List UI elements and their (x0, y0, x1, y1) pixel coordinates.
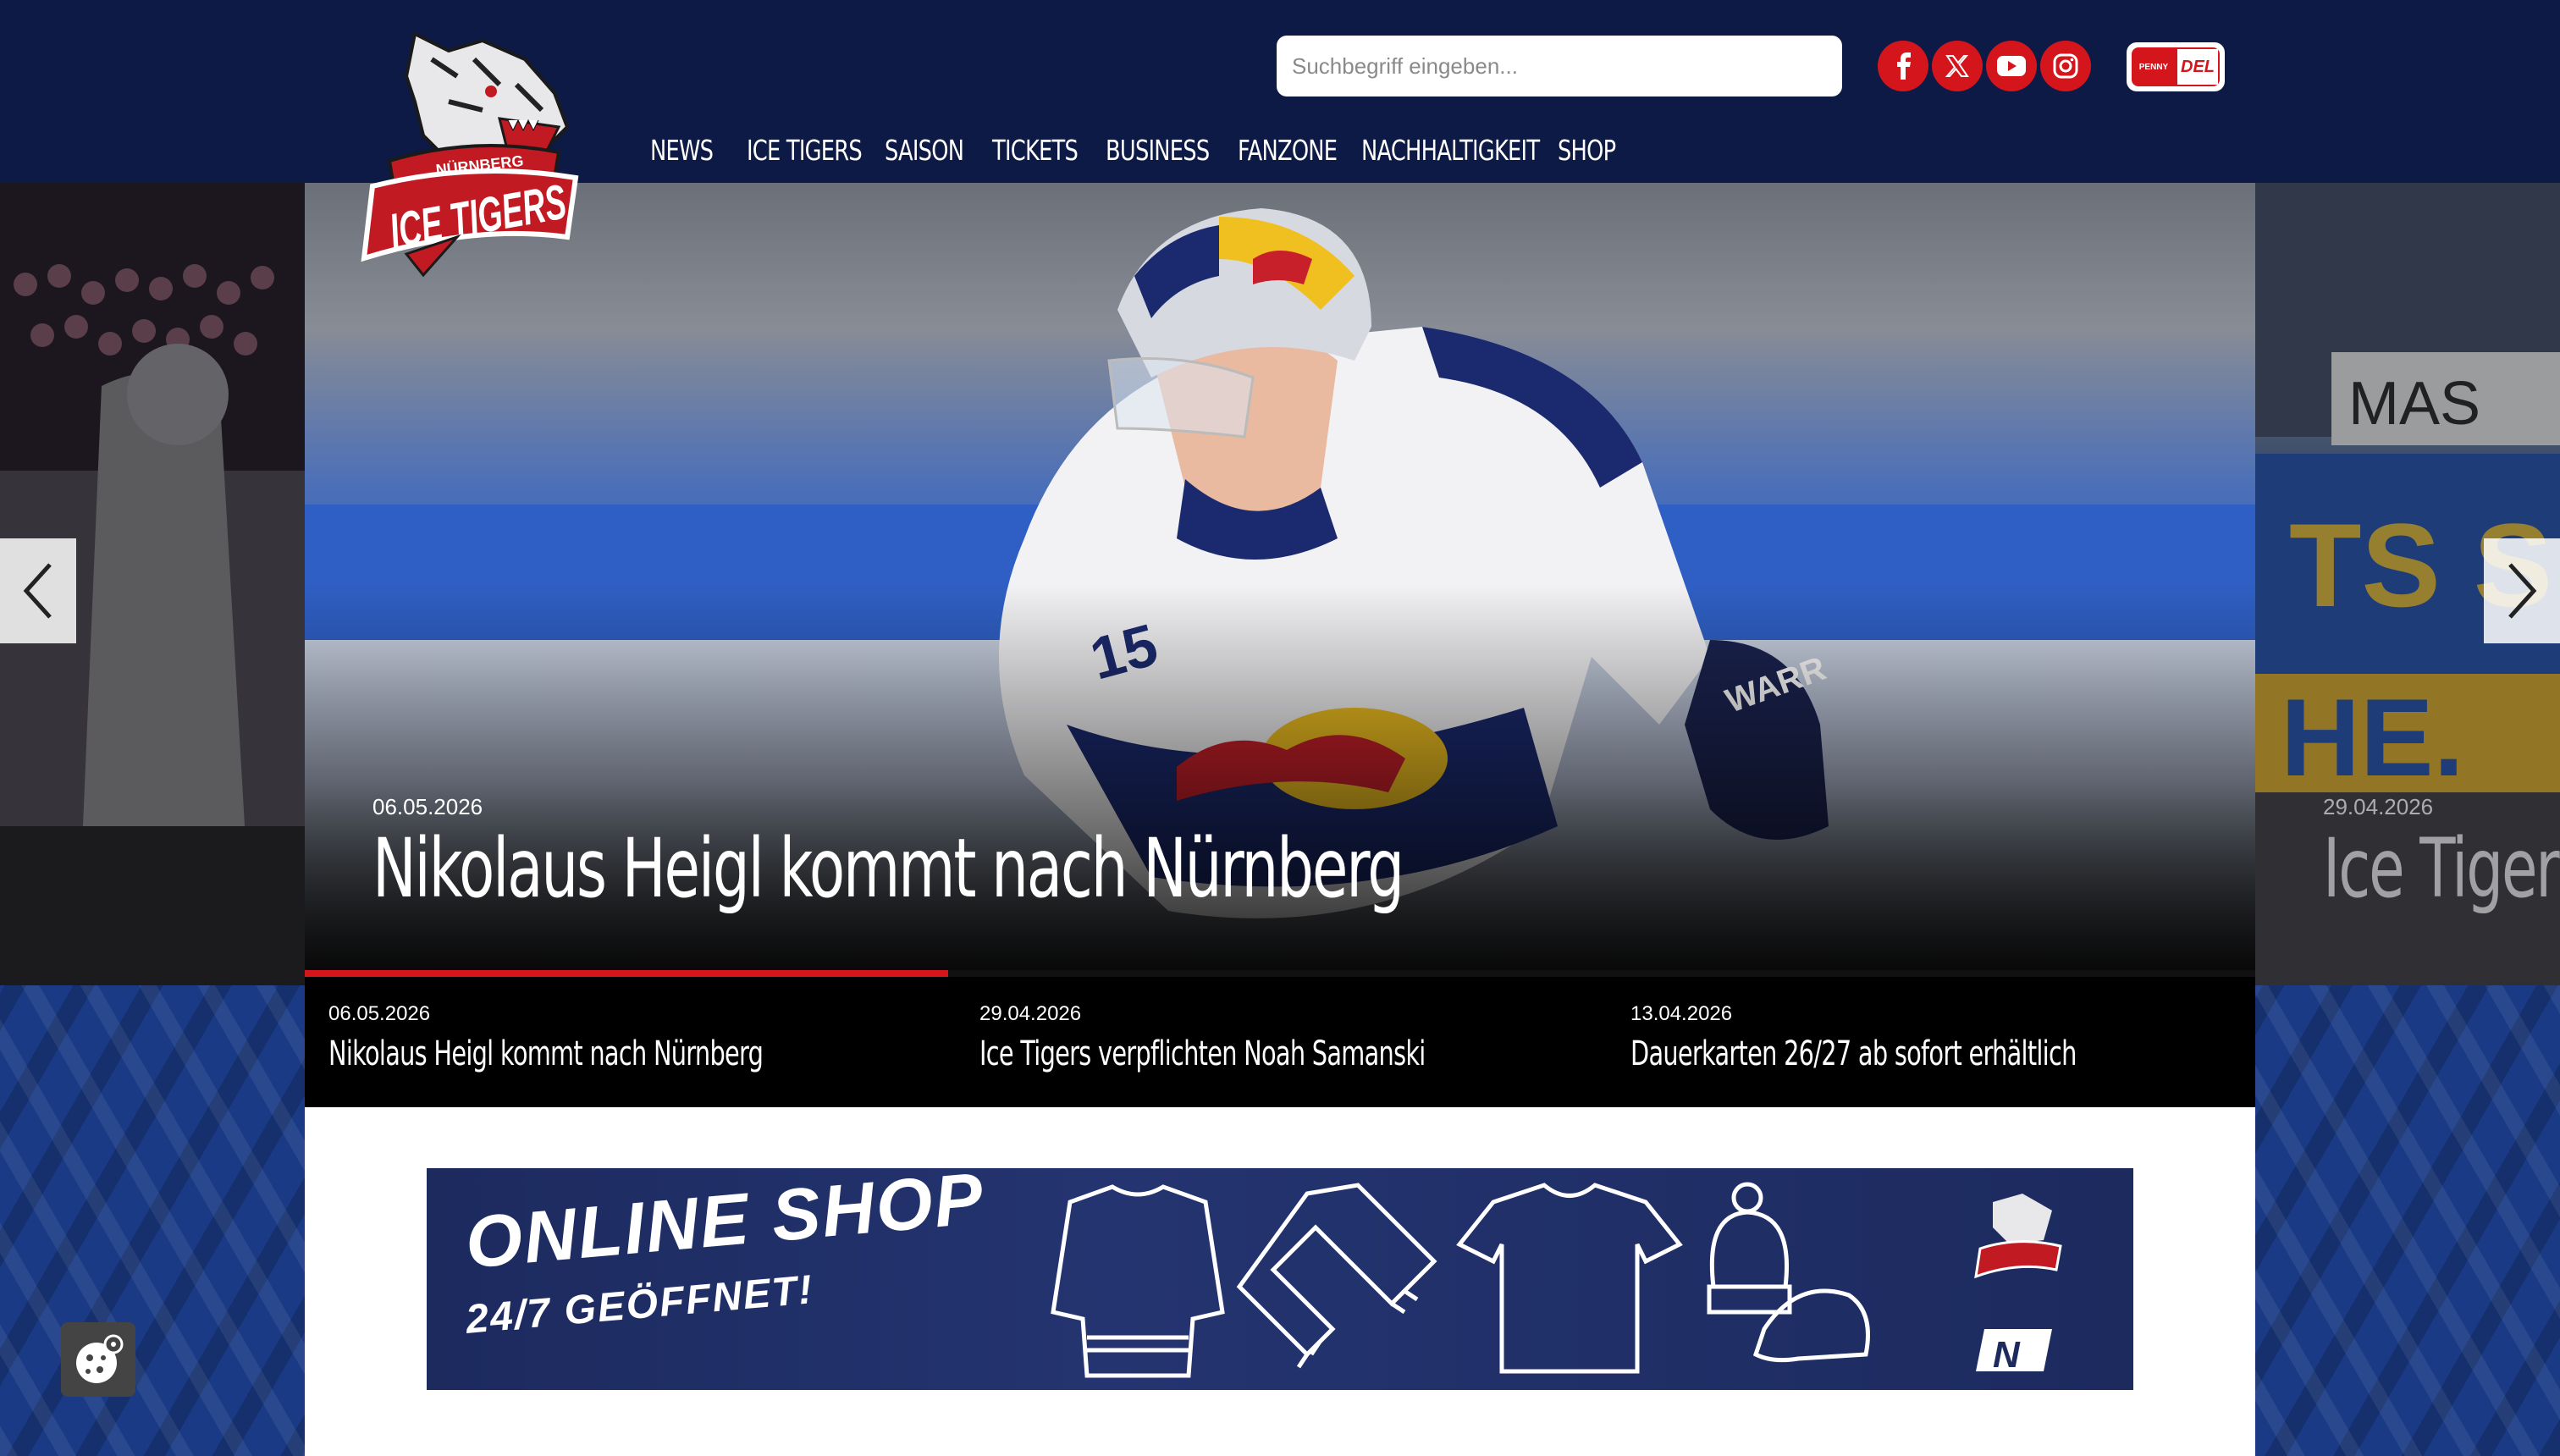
youtube-icon[interactable] (1986, 41, 2037, 91)
scarf-icon (1236, 1183, 1437, 1369)
nav-item-business[interactable]: BUSINESS (1106, 134, 1210, 167)
news-item[interactable]: 29.04.2026 Ice Tigers verpflichten Noah … (979, 1002, 1598, 1073)
cookie-settings-button[interactable] (61, 1322, 135, 1397)
news-item-title: Nikolaus Heigl kommt nach Nürnberg (328, 1034, 764, 1073)
jersey-icon (1051, 1184, 1225, 1378)
news-item[interactable]: 06.05.2026 Nikolaus Heigl kommt nach Nür… (328, 1002, 932, 1073)
nav-item-news[interactable]: NEWS (650, 134, 714, 167)
nav-item-nachhaltigkeit[interactable]: NACHHALTIGKEIT (1361, 134, 1540, 167)
league-badge[interactable]: PENNY DEL (2127, 42, 2225, 91)
news-item-date: 29.04.2026 (979, 1002, 1082, 1025)
news-item-date: 13.04.2026 (1630, 1002, 1733, 1025)
nav-item-ice-tigers[interactable]: ICE TIGERS (747, 134, 863, 167)
nuernberg-n-logo: N (1976, 1329, 2052, 1376)
hero-title[interactable]: Nikolaus Heigl kommt nach Nürnberg (372, 821, 1404, 916)
tshirt-icon (1456, 1183, 1683, 1374)
news-item-date: 06.05.2026 (328, 1002, 431, 1025)
next-slide-title: Ice Tigers (2323, 821, 2560, 916)
nav-item-shop[interactable]: SHOP (1558, 134, 1616, 167)
chevron-right-icon (2508, 563, 2537, 619)
facebook-icon[interactable] (1878, 41, 1928, 91)
league-badge-name: DEL (2176, 47, 2220, 86)
beanie-cap-icon (1707, 1182, 1870, 1363)
online-shop-banner[interactable]: ONLINE SHOP 24/7 GEÖFFNET! N (427, 1168, 2133, 1390)
nav-item-fanzone[interactable]: FANZONE (1238, 134, 1338, 167)
news-item-title: Dauerkarten 26/27 ab sofort erhältlich (1630, 1034, 2077, 1073)
search-input[interactable] (1277, 36, 1842, 97)
next-slide-date: 29.04.2026 (2323, 794, 2434, 819)
x-icon[interactable] (1932, 41, 1983, 91)
ice-tigers-logo[interactable]: NÜRNBERG ICE TIGERS (356, 25, 584, 279)
ice-tigers-small-logo (1974, 1194, 2062, 1279)
nav-item-saison[interactable]: SAISON (885, 134, 964, 167)
shop-banner-title: ONLINE SHOP (462, 1168, 988, 1284)
main-nav: NEWS ICE TIGERS SAISON TICKETS BUSINESS … (650, 134, 1616, 167)
prev-slide-button[interactable] (0, 538, 76, 643)
chevron-left-icon (23, 563, 52, 619)
news-item-title: Ice Tigers verpflichten Noah Samanski (979, 1034, 1426, 1073)
instagram-icon[interactable] (2040, 41, 2091, 91)
hero-date: 06.05.2026 (372, 794, 483, 819)
league-badge-sponsor: PENNY (2132, 47, 2176, 86)
cookie-icon (76, 1334, 124, 1383)
nav-item-tickets[interactable]: TICKETS (992, 134, 1079, 167)
slide-progress-bar (305, 970, 949, 977)
svg-text:N: N (1993, 1334, 2021, 1376)
next-slide-button[interactable] (2484, 538, 2560, 643)
news-item[interactable]: 13.04.2026 Dauerkarten 26/27 ab sofort e… (1630, 1002, 2249, 1073)
